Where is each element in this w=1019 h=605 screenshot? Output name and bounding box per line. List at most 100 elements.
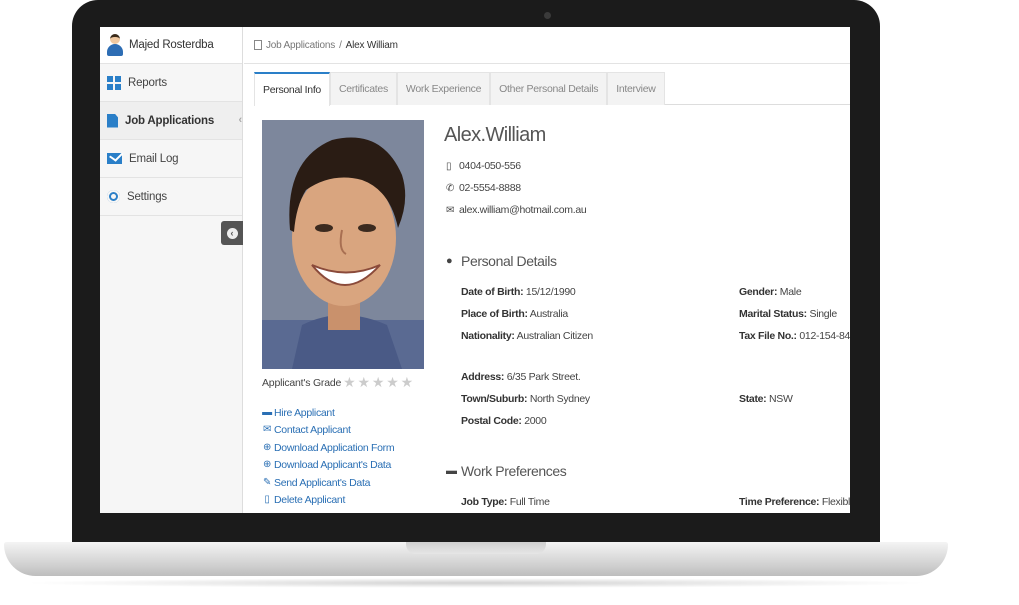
file-icon	[107, 113, 118, 128]
user-profile[interactable]: Majed Rosterdba	[100, 27, 242, 64]
paperclip-icon: ✎	[262, 476, 272, 488]
field-value: 012-154-847	[799, 330, 850, 342]
field-label: Place of Birth:	[461, 308, 528, 320]
field-value: Male	[779, 286, 802, 298]
field-label: Nationality:	[461, 330, 515, 342]
phone-icon: ✆	[446, 182, 455, 194]
address-field: Address: 6/35 Park Street.	[461, 371, 581, 383]
tab-interview[interactable]: Interview	[607, 72, 665, 105]
action-label: Hire Applicant	[274, 406, 335, 419]
sidebar-collapse-button[interactable]: ‹	[221, 221, 243, 245]
sidebar-item-label: Job Applications	[125, 114, 215, 127]
briefcase-icon: ▬	[446, 465, 457, 477]
sidebar-item-label: Settings	[127, 190, 167, 203]
sidebar-item-email-log[interactable]: Email Log	[100, 140, 242, 178]
envelope-icon: ✉	[446, 204, 455, 216]
action-label: Delete Applicant	[274, 494, 346, 507]
tab-work-experience[interactable]: Work Experience	[396, 72, 491, 105]
field-label: Tax File No.:	[739, 330, 797, 342]
action-label: Download Applicant's Data	[274, 459, 392, 472]
work-preferences-heading: ▬ Work Preferences	[446, 463, 567, 479]
field-value: Australia	[529, 308, 568, 320]
envelope-icon	[107, 153, 122, 164]
applicant-name: Alex.William	[444, 124, 546, 146]
field-label: State:	[739, 393, 767, 405]
postal-code-field: Postal Code: 2000	[461, 415, 547, 427]
delete-applicant-link[interactable]: ▯ Delete Applicant	[262, 492, 394, 510]
field-label: Time Preference:	[739, 496, 820, 508]
mobile-icon: ▯	[446, 160, 452, 172]
field-label: Address:	[461, 371, 505, 383]
field-label: Gender:	[739, 286, 778, 298]
tab-other-personal-details[interactable]: Other Personal Details	[490, 72, 608, 105]
section-title: Work Preferences	[461, 463, 567, 479]
phone-number: ✆ 02-5554-8888	[446, 182, 521, 194]
breadcrumb-current: Alex William	[345, 39, 398, 51]
star-rating[interactable]: ★ ★ ★ ★ ★	[341, 374, 413, 391]
tab-certificates[interactable]: Certificates	[329, 72, 397, 105]
field-label: Job Type:	[461, 496, 508, 508]
tax-file-field: Tax File No.: 012-154-847	[739, 330, 850, 342]
time-preference-field: Time Preference: Flexible	[739, 496, 850, 508]
breadcrumb-link[interactable]: Job Applications	[266, 40, 335, 51]
briefcase-icon: ▬	[262, 406, 272, 418]
gear-icon	[107, 190, 120, 203]
star-icon[interactable]: ★	[372, 374, 385, 390]
laptop-shadow	[20, 578, 932, 588]
sidebar-item-settings[interactable]: Settings	[100, 178, 242, 216]
state-field: State: NSW	[739, 393, 793, 405]
applicant-grade: Applicant's Grade ★ ★ ★ ★ ★	[262, 374, 413, 391]
user-name: Majed Rosterdba	[129, 39, 214, 51]
gender-field: Gender: Male	[739, 286, 802, 298]
download-icon: ⊕	[262, 441, 272, 453]
contact-applicant-link[interactable]: ✉ Contact Applicant	[262, 422, 394, 440]
sidebar-item-job-applications[interactable]: Job Applications ‹	[100, 102, 242, 140]
pob-field: Place of Birth: Australia	[461, 308, 568, 320]
job-type-field: Job Type: Full Time	[461, 496, 550, 508]
field-value: Single	[809, 308, 837, 320]
field-value: 2000	[524, 415, 547, 427]
avatar	[106, 34, 124, 56]
download-icon: ⊕	[262, 459, 272, 471]
circle-arrow-left-icon: ‹	[226, 227, 238, 239]
star-icon[interactable]: ★	[401, 374, 414, 390]
app-screen: Majed Rosterdba Reports Job Applications…	[100, 27, 850, 513]
field-value: NSW	[769, 393, 793, 405]
town-field: Town/Suburb: North Sydney	[461, 393, 590, 405]
email-address: ✉ alex.william@hotmail.com.au	[446, 204, 587, 216]
star-icon[interactable]: ★	[343, 374, 356, 390]
action-label: Download Application Form	[274, 441, 395, 454]
send-applicant-data-link[interactable]: ✎ Send Applicant's Data	[262, 474, 394, 492]
laptop-notch	[406, 542, 546, 554]
field-value: 6/35 Park Street.	[506, 371, 581, 383]
field-value: Full Time	[509, 496, 550, 508]
section-title: Personal Details	[461, 253, 557, 269]
field-value: North Sydney	[529, 393, 590, 405]
user-icon: ●	[446, 255, 453, 267]
star-icon[interactable]: ★	[386, 374, 399, 390]
sidebar-item-reports[interactable]: Reports	[100, 64, 242, 102]
field-label: Date of Birth:	[461, 286, 524, 298]
camera-icon	[544, 12, 551, 19]
breadcrumb-separator: /	[339, 39, 342, 51]
field-value: Flexible	[821, 496, 850, 508]
tab-personal-info[interactable]: Personal Info	[254, 72, 330, 106]
download-applicant-data-link[interactable]: ⊕ Download Applicant's Data	[262, 457, 394, 475]
dob-field: Date of Birth: 15/12/1990	[461, 286, 576, 298]
trash-icon: ▯	[264, 494, 270, 506]
sidebar: Majed Rosterdba Reports Job Applications…	[100, 27, 243, 513]
grid-icon	[107, 75, 121, 90]
mobile-value: 0404-050-556	[459, 160, 521, 172]
sidebar-item-label: Reports	[128, 76, 167, 89]
field-value: 15/12/1990	[525, 286, 576, 298]
hire-applicant-link[interactable]: ▬ Hire Applicant	[262, 404, 394, 422]
envelope-icon: ✉	[262, 424, 272, 436]
chevron-left-icon: ‹	[238, 114, 243, 126]
email-value: alex.william@hotmail.com.au	[459, 204, 587, 216]
phone-value: 02-5554-8888	[459, 182, 521, 194]
download-application-form-link[interactable]: ⊕ Download Application Form	[262, 439, 395, 457]
mobile-number: ▯ 0404-050-556	[446, 160, 521, 172]
field-label: Town/Suburb:	[461, 393, 528, 405]
star-icon[interactable]: ★	[358, 374, 371, 390]
sidebar-item-label: Email Log	[129, 152, 179, 165]
